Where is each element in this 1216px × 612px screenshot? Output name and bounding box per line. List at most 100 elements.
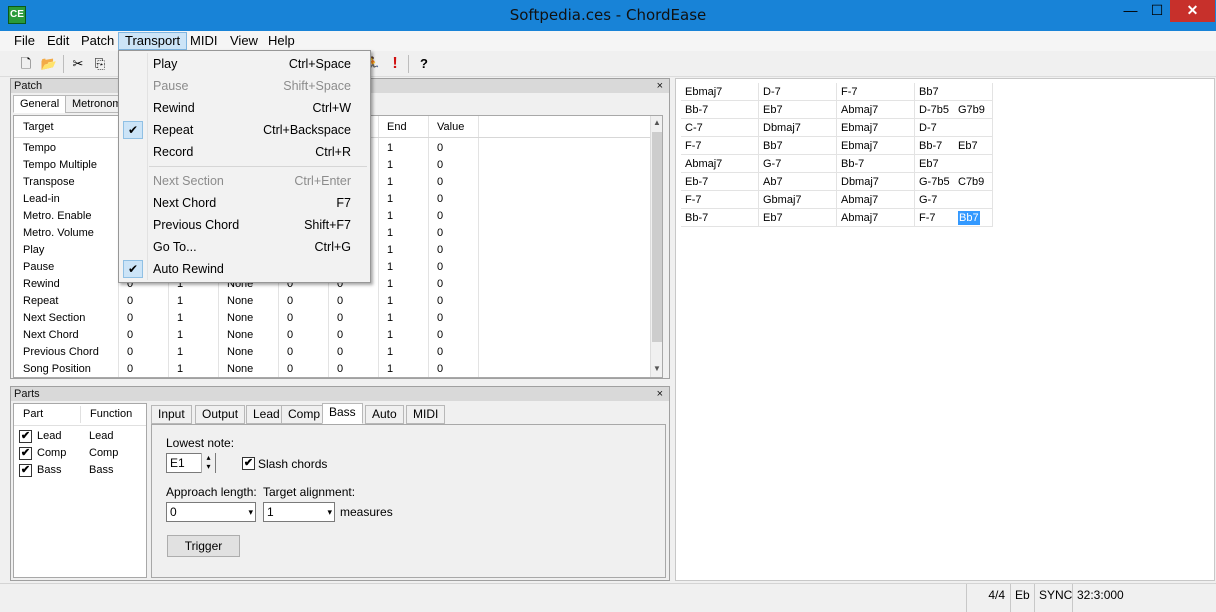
open-icon[interactable]: 📂: [40, 55, 58, 73]
table-cell-value[interactable]: 0: [428, 310, 478, 327]
chord[interactable]: F-7: [919, 209, 936, 227]
close-icon[interactable]: ×: [657, 79, 663, 93]
table-row[interactable]: Previous Chord 0 1 None 0 0 1 0: [14, 344, 650, 361]
table-cell-c1[interactable]: 0: [118, 344, 168, 361]
table-cell-value[interactable]: 0: [428, 276, 478, 293]
menu-edit[interactable]: Edit: [41, 32, 75, 50]
table-cell-target[interactable]: Next Chord: [14, 327, 118, 344]
table-cell-value[interactable]: 0: [428, 361, 478, 377]
spin-down-icon[interactable]: ▾: [202, 462, 215, 471]
menu-patch[interactable]: Patch: [75, 32, 120, 50]
table-cell-target[interactable]: Repeat: [14, 293, 118, 310]
selected-chord[interactable]: Bb7: [958, 211, 980, 225]
table-cell-c2[interactable]: 1: [168, 344, 218, 361]
minimize-button[interactable]: —: [1117, 0, 1144, 22]
table-cell-c2[interactable]: 1: [168, 327, 218, 344]
column-header-target[interactable]: Target: [14, 116, 118, 138]
slash-chords-label[interactable]: Slash chords: [258, 457, 327, 471]
table-cell-target[interactable]: Tempo Multiple: [14, 157, 118, 174]
table-cell-end[interactable]: 1: [378, 361, 428, 377]
chord[interactable]: G7b9: [958, 101, 985, 119]
maximize-button[interactable]: ☐: [1144, 0, 1170, 22]
chord-measure[interactable]: F-7: [837, 83, 915, 101]
table-cell-end[interactable]: 1: [378, 344, 428, 361]
chord-measure[interactable]: Ab7: [759, 173, 837, 191]
target-alignment-select[interactable]: 1 ▾: [263, 502, 335, 522]
copy-icon[interactable]: ⎘: [91, 55, 109, 73]
panic-icon[interactable]: !: [386, 55, 404, 73]
table-cell-c3[interactable]: None: [218, 344, 278, 361]
menu-item-play[interactable]: Play Ctrl+Space: [119, 53, 370, 75]
chord-measure[interactable]: Eb-7: [681, 173, 759, 191]
table-cell-value[interactable]: 0: [428, 242, 478, 259]
approach-length-select[interactable]: 0 ▾: [166, 502, 256, 522]
table-cell-target[interactable]: Song Position: [14, 361, 118, 377]
table-cell-end[interactable]: 1: [378, 174, 428, 191]
chord[interactable]: Bb-7: [919, 137, 942, 155]
help-icon[interactable]: ?: [415, 55, 433, 73]
spin-up-icon[interactable]: ▴: [202, 453, 215, 462]
chord-measure[interactable]: Bb7: [915, 83, 993, 101]
table-cell-c1[interactable]: 0: [118, 361, 168, 377]
table-cell-end[interactable]: 1: [378, 259, 428, 276]
table-cell-end[interactable]: 1: [378, 140, 428, 157]
table-row[interactable]: Next Section 0 1 None 0 0 1 0: [14, 310, 650, 327]
new-icon[interactable]: 🗋: [17, 55, 35, 73]
scroll-down-icon[interactable]: ▼: [651, 362, 662, 376]
chord-measure[interactable]: Bb-7: [681, 101, 759, 119]
chord-measure[interactable]: D-7b5 G7b9: [915, 101, 993, 119]
chord-measure[interactable]: D-7: [915, 119, 993, 137]
column-header-part[interactable]: Part: [14, 406, 80, 423]
tab-input[interactable]: Input: [151, 405, 192, 424]
table-cell-value[interactable]: 0: [428, 293, 478, 310]
chord-measure[interactable]: Eb7: [759, 209, 837, 227]
chord-measure[interactable]: Ebmaj7: [837, 119, 915, 137]
chord-measure[interactable]: F-7 Bb7: [915, 209, 993, 227]
menu-view[interactable]: View: [224, 32, 264, 50]
list-item[interactable]: ✔ Comp Comp: [14, 445, 146, 462]
table-cell-target[interactable]: Metro. Volume: [14, 225, 118, 242]
menu-item-record[interactable]: Record Ctrl+R: [119, 141, 370, 163]
chord-measure[interactable]: Abmaj7: [681, 155, 759, 173]
table-cell-target[interactable]: Metro. Enable: [14, 208, 118, 225]
patch-scrollbar[interactable]: ▲ ▼: [650, 116, 662, 377]
table-cell-value[interactable]: 0: [428, 225, 478, 242]
chord-chart-pane[interactable]: Ebmaj7 D-7 F-7 Bb7 Bb-7 Eb7 Abmaj7 D-7b5 G7b9 C-7…: [675, 78, 1215, 581]
menu-item-go-to[interactable]: Go To... Ctrl+G: [119, 236, 370, 258]
table-cell-value[interactable]: 0: [428, 344, 478, 361]
chord-measure[interactable]: Ebmaj7: [681, 83, 759, 101]
table-cell-c3[interactable]: None: [218, 361, 278, 377]
chord-measure[interactable]: Abmaj7: [837, 101, 915, 119]
table-cell-end[interactable]: 1: [378, 293, 428, 310]
tab-midi[interactable]: MIDI: [406, 405, 446, 424]
table-cell-end[interactable]: 1: [378, 225, 428, 242]
chord-measure[interactable]: Dbmaj7: [837, 173, 915, 191]
menu-file[interactable]: File: [8, 32, 41, 50]
menu-item-rewind[interactable]: Rewind Ctrl+W: [119, 97, 370, 119]
chord-measure[interactable]: Eb7: [759, 101, 837, 119]
chord-measure[interactable]: F-7: [681, 137, 759, 155]
table-row[interactable]: Next Chord 0 1 None 0 0 1 0: [14, 327, 650, 344]
table-row[interactable]: Repeat 0 1 None 0 0 1 0: [14, 293, 650, 310]
chord-measure[interactable]: G-7: [915, 191, 993, 209]
chord-measure[interactable]: Dbmaj7: [759, 119, 837, 137]
table-cell-value[interactable]: 0: [428, 140, 478, 157]
menu-item-auto-rewind[interactable]: ✔ Auto Rewind: [119, 258, 370, 280]
tab-auto[interactable]: Auto: [365, 405, 404, 424]
table-cell-c4[interactable]: 0: [278, 344, 328, 361]
chord[interactable]: C7b9: [958, 173, 984, 191]
column-header-value[interactable]: Value: [428, 116, 478, 138]
table-cell-c5[interactable]: 0: [328, 293, 378, 310]
table-cell-c5[interactable]: 0: [328, 361, 378, 377]
list-item[interactable]: ✔ Lead Lead: [14, 428, 146, 445]
scroll-thumb[interactable]: [652, 132, 662, 342]
table-cell-value[interactable]: 0: [428, 157, 478, 174]
chord[interactable]: Eb7: [958, 137, 978, 155]
table-cell-c5[interactable]: 0: [328, 344, 378, 361]
table-cell-c3[interactable]: None: [218, 293, 278, 310]
menu-transport[interactable]: Transport: [118, 32, 188, 50]
tab-output[interactable]: Output: [195, 405, 246, 424]
menu-item-pause[interactable]: Pause Shift+Space: [119, 75, 370, 97]
table-cell-value[interactable]: 0: [428, 259, 478, 276]
chord-measure[interactable]: D-7: [759, 83, 837, 101]
